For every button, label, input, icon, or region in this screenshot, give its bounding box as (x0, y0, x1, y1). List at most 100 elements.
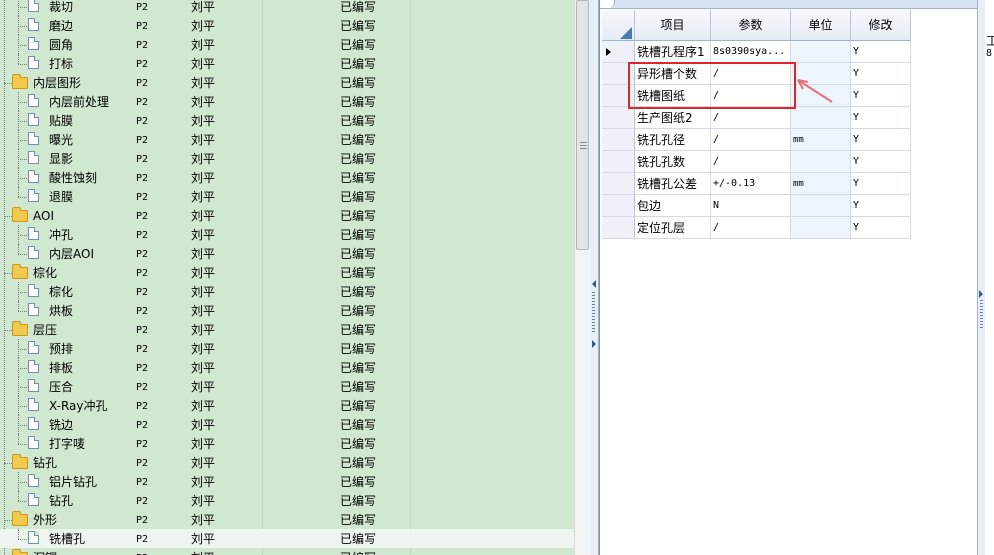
tree-item-row[interactable]: 排板 P2 刘平 已编写 (0, 358, 574, 377)
process-tree[interactable]: 裁切 P2 刘平 已编写 磨边 P2 刘平 已编写 圆角 P2 刘平 已编写 打标 P2 刘平 已编写 内层图形… (0, 0, 574, 555)
tree-item-row[interactable]: 铣边 P2 刘平 已编写 (0, 415, 574, 434)
item-cell[interactable]: 铣槽孔公差 (635, 173, 711, 195)
param-cell[interactable]: 8s0390sya... (711, 41, 791, 63)
scrollbar-thumb[interactable] (576, 0, 589, 250)
tree-folder-row[interactable]: 层压 P2 刘平 已编写 (0, 320, 574, 339)
unit-cell[interactable] (791, 217, 851, 239)
tree-connector (18, 292, 27, 293)
tree-item-row[interactable]: 圆角 P2 刘平 已编写 (0, 35, 574, 54)
tree-item-row[interactable]: X-Ray冲孔 P2 刘平 已编写 (0, 396, 574, 415)
tree-connector (18, 406, 27, 407)
document-icon (28, 360, 39, 373)
item-cell[interactable]: 包边 (635, 195, 711, 217)
select-all-corner[interactable] (602, 10, 635, 41)
annotation-highlight-box (628, 62, 796, 109)
tree-item-row[interactable]: 铝片钻孔 P2 刘平 已编写 (0, 472, 574, 491)
param-cell[interactable]: N (711, 195, 791, 217)
modify-cell[interactable]: Y (851, 63, 911, 85)
tree-folder-row[interactable]: AOI P2 刘平 已编写 (0, 206, 574, 225)
param-cell[interactable]: / (711, 151, 791, 173)
header-item[interactable]: 项目 (635, 10, 711, 41)
header-modify[interactable]: 修改 (851, 10, 911, 41)
tree-folder-row[interactable]: 沉铜P2刘平已编写 (0, 548, 574, 555)
status-cell: 已编写 (340, 19, 377, 33)
modify-cell[interactable]: Y (851, 217, 911, 239)
unit-cell[interactable]: mm (791, 173, 851, 195)
status-cell: 已编写 (340, 152, 377, 166)
tree-item-row[interactable]: 冲孔 P2 刘平 已编写 (0, 225, 574, 244)
current-row-arrow-icon (606, 48, 611, 56)
tree-item-row[interactable]: 曝光 P2 刘平 已编写 (0, 130, 574, 149)
row-header[interactable] (602, 107, 635, 129)
item-cell[interactable]: 定位孔层 (635, 217, 711, 239)
collapse-right-icon[interactable] (592, 340, 596, 348)
tree-guide-line (18, 491, 19, 501)
unit-cell[interactable] (791, 151, 851, 173)
param-cell[interactable]: +/-0.13 (711, 173, 791, 195)
row-header[interactable] (602, 129, 635, 151)
status-cell: 已编写 (340, 285, 377, 299)
tree-item-row[interactable]: 钻孔 P2 刘平 已编写 (0, 491, 574, 510)
unit-cell[interactable] (791, 195, 851, 217)
tree-folder-row[interactable]: 外形 P2 刘平 已编写 (0, 510, 574, 529)
row-header[interactable] (602, 195, 635, 217)
grid-tab[interactable] (600, 0, 615, 8)
revision-cell: P2 (136, 515, 149, 526)
modify-cell[interactable]: Y (851, 151, 911, 173)
tree-item-row[interactable]: 内层前处理 P2 刘平 已编写 (0, 92, 574, 111)
item-cell[interactable]: 生产图纸2 (635, 107, 711, 129)
param-cell[interactable]: / (711, 107, 791, 129)
document-icon (28, 151, 39, 164)
tree-item-row[interactable]: 预排 P2 刘平 已编写 (0, 339, 574, 358)
tree-item-row[interactable]: 磨边 P2 刘平 已编写 (0, 16, 574, 35)
unit-cell[interactable] (791, 107, 851, 129)
modify-cell[interactable]: Y (851, 173, 911, 195)
tree-folder-row[interactable]: 棕化 P2 刘平 已编写 (0, 263, 574, 282)
tree-folder-row[interactable]: 钻孔 P2 刘平 已编写 (0, 453, 574, 472)
modify-cell[interactable]: Y (851, 195, 911, 217)
tree-item-row[interactable]: 退膜 P2 刘平 已编写 (0, 187, 574, 206)
row-header[interactable] (602, 173, 635, 195)
status-cell: 已编写 (340, 342, 377, 356)
modify-cell[interactable]: Y (851, 129, 911, 151)
param-cell[interactable]: / (711, 129, 791, 151)
panel-splitter[interactable] (590, 0, 599, 555)
status-cell: 已编写 (340, 247, 377, 261)
tree-item-row[interactable]: 压合 P2 刘平 已编写 (0, 377, 574, 396)
user-cell: 刘平 (191, 247, 216, 261)
tree-folder-row[interactable]: 内层图形 P2 刘平 已编写 (0, 73, 574, 92)
revision-cell: P2 (136, 21, 149, 32)
tree-item-row[interactable]: 烘板 P2 刘平 已编写 (0, 301, 574, 320)
splitter-grip (592, 292, 595, 332)
param-cell[interactable]: / (711, 217, 791, 239)
collapse-icon[interactable] (979, 290, 983, 298)
header-unit[interactable]: 单位 (791, 10, 851, 41)
collapse-left-icon[interactable] (592, 280, 596, 288)
tree-item-row[interactable]: 贴膜 P2 刘平 已编写 (0, 111, 574, 130)
item-cell[interactable]: 铣孔孔径 (635, 129, 711, 151)
folder-icon (12, 264, 28, 279)
tree-item-row[interactable]: 内层AOI P2 刘平 已编写 (0, 244, 574, 263)
tree-item-row[interactable]: 酸性蚀刻 P2 刘平 已编写 (0, 168, 574, 187)
document-icon (28, 189, 39, 202)
modify-cell[interactable]: Y (851, 85, 911, 107)
tree-guide-line (18, 434, 19, 444)
item-cell[interactable]: 铣孔孔数 (635, 151, 711, 173)
modify-cell[interactable]: Y (851, 107, 911, 129)
tree-item-row[interactable]: 显影 P2 刘平 已编写 (0, 149, 574, 168)
header-param[interactable]: 参数 (711, 10, 791, 41)
tree-item-row[interactable]: 棕化 P2 刘平 已编写 (0, 282, 574, 301)
tree-item-row[interactable]: 打标 P2 刘平 已编写 (0, 54, 574, 73)
user-cell: 刘平 (191, 285, 216, 299)
tree-scrollbar[interactable] (574, 0, 591, 555)
modify-cell[interactable]: Y (851, 41, 911, 63)
revision-cell: P2 (136, 135, 149, 146)
row-header[interactable] (602, 217, 635, 239)
row-header[interactable] (602, 41, 635, 63)
row-header[interactable] (602, 151, 635, 173)
tree-item-row[interactable]: 打字唛 P2 刘平 已编写 (0, 434, 574, 453)
item-cell[interactable]: 铣槽孔程序1 (635, 41, 711, 63)
unit-cell[interactable]: mm (791, 129, 851, 151)
tree-item-row[interactable]: 裁切 P2 刘平 已编写 (0, 0, 574, 16)
tree-item-row[interactable]: 铣槽孔 P2 刘平 已编写 (0, 529, 574, 548)
